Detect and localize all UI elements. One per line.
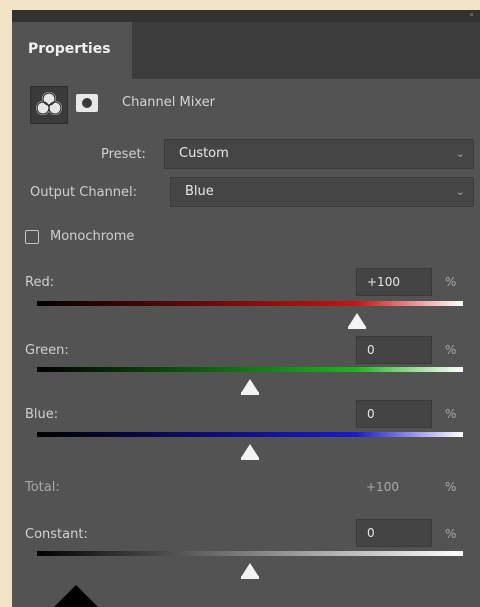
output-channel-dropdown[interactable]: Blue ⌄ (170, 177, 474, 207)
preset-dropdown[interactable]: Custom ⌄ (164, 139, 474, 169)
total-label: Total: (25, 480, 60, 495)
red-value-input[interactable]: +100 (356, 268, 432, 296)
blue-slider-track[interactable] (37, 432, 463, 437)
green-slider-track[interactable] (37, 367, 463, 372)
tab-properties[interactable]: Properties (12, 22, 132, 79)
blue-value-input[interactable]: 0 (356, 400, 432, 428)
green-value-input[interactable]: 0 (356, 336, 432, 364)
slider-thumb-base (241, 457, 259, 460)
preset-label: Preset: (101, 147, 146, 162)
red-label: Red: (25, 275, 55, 290)
chevron-down-icon: ⌄ (455, 185, 465, 198)
panel-top-strip: « (12, 10, 480, 22)
constant-slider-thumb[interactable] (241, 563, 259, 577)
output-channel-value: Blue (185, 184, 214, 199)
total-value: +100 (366, 480, 399, 494)
channel-mixer-icon[interactable] (30, 86, 68, 124)
preset-value: Custom (179, 146, 229, 161)
monochrome-label: Monochrome (50, 229, 135, 244)
layer-mask-icon[interactable] (76, 94, 98, 112)
blue-label: Blue: (25, 407, 59, 422)
output-channel-label: Output Channel: (30, 185, 138, 200)
red-slider-thumb[interactable] (347, 313, 366, 327)
slider-thumb-base (347, 326, 366, 329)
blue-slider-thumb[interactable] (241, 444, 259, 458)
properties-panel: « Properties Channel Mixer Preset: Custo… (12, 10, 480, 607)
chevron-down-icon: ⌄ (455, 147, 465, 160)
green-label: Green: (25, 343, 69, 358)
green-unit: % (445, 343, 457, 357)
constant-slider-track[interactable] (37, 551, 463, 556)
adjustment-title: Channel Mixer (122, 95, 215, 110)
channel-mixer-icon-glyph (36, 92, 62, 115)
green-slider-thumb[interactable] (241, 379, 259, 393)
constant-value-input[interactable]: 0 (356, 519, 432, 547)
red-slider-track[interactable] (37, 301, 463, 306)
panel-tab-bar: Properties (12, 22, 480, 79)
mouse-cursor-icon (48, 585, 104, 607)
slider-thumb-base (241, 392, 259, 395)
total-unit: % (445, 480, 457, 494)
collapse-panel-icon[interactable]: « (469, 10, 474, 20)
slider-thumb-base (241, 576, 259, 579)
red-unit: % (445, 275, 457, 289)
monochrome-checkbox[interactable] (25, 230, 39, 244)
constant-label: Constant: (25, 527, 88, 542)
blue-unit: % (445, 407, 457, 421)
constant-unit: % (445, 527, 457, 541)
